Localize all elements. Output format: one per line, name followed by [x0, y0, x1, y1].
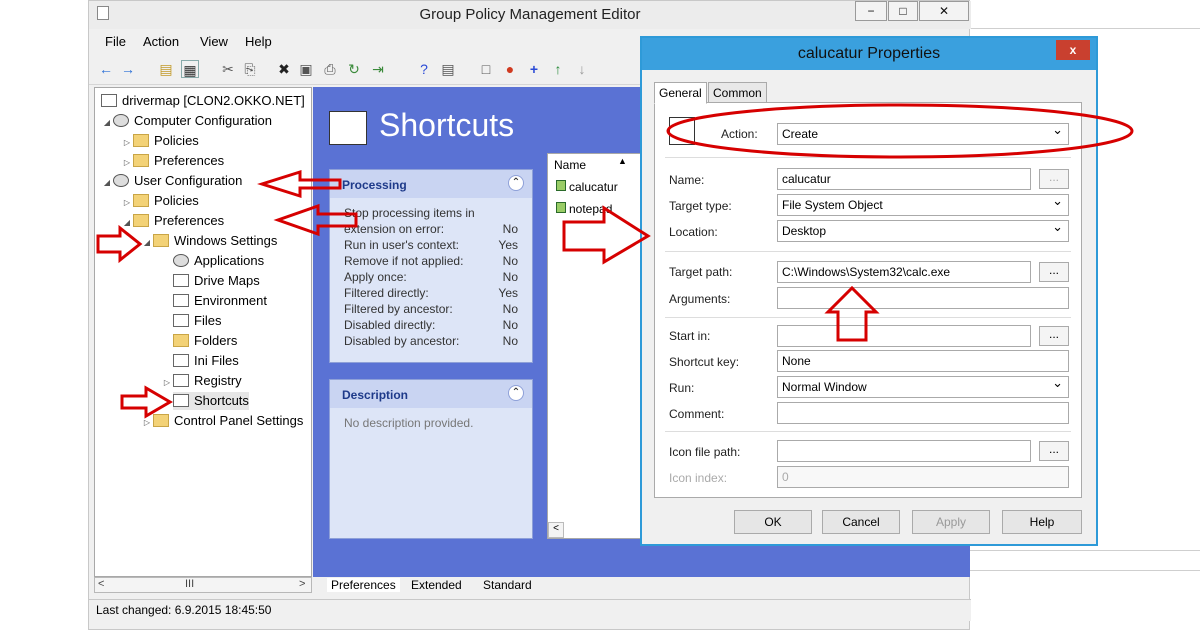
annotation-arrow: [824, 285, 880, 342]
annotation-overlay: [96, 103, 1134, 419]
annotation-arrow: [257, 169, 342, 199]
annotation-arrow: [120, 385, 173, 419]
annotation-ellipse: [666, 103, 1134, 159]
annotation-arrow: [562, 205, 651, 265]
tab-general[interactable]: General: [654, 82, 707, 104]
annotation-arrow: [273, 203, 358, 237]
annotation-arrow: [96, 224, 143, 264]
